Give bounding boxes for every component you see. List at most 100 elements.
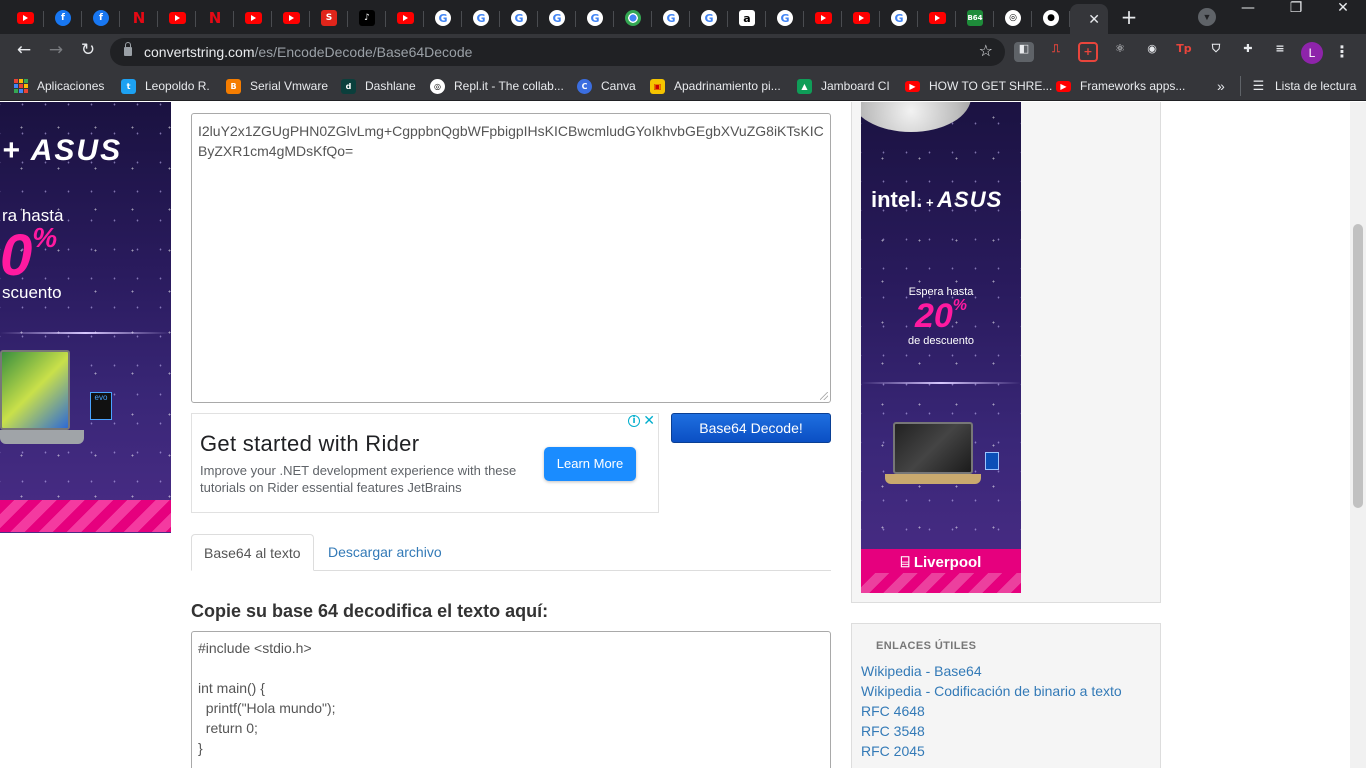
new-tab-button[interactable]: + — [1118, 6, 1140, 28]
output-heading: Copie su base 64 decodifica el texto aqu… — [191, 601, 549, 621]
browser-tab[interactable]: G — [880, 4, 918, 32]
bookmark-item[interactable]: ▶ HOW TO GET SHRE... — [905, 76, 1052, 96]
browser-tab[interactable]: ● — [1032, 4, 1070, 32]
profile-avatar[interactable]: L — [1301, 42, 1323, 64]
resize-handle-icon[interactable] — [820, 392, 828, 400]
browser-tab[interactable]: N — [196, 4, 234, 32]
netflix-icon: N — [132, 9, 146, 27]
active-tab[interactable]: ✕ — [1070, 4, 1108, 34]
reading-list-button[interactable]: ☰ Lista de lectura — [1240, 76, 1356, 96]
extension-icon[interactable]: + — [1078, 42, 1098, 62]
browser-tab[interactable] — [614, 4, 652, 32]
link-rfc-4648[interactable]: RFC 4648 — [861, 703, 925, 719]
app-icon: S — [321, 10, 337, 26]
facebook-icon: f — [93, 10, 109, 26]
browser-tab[interactable]: a — [728, 4, 766, 32]
decoded-output-textarea[interactable]: #include <stdio.h> int main() { printf("… — [191, 631, 831, 768]
ad-close-icon[interactable]: ✕ — [643, 413, 655, 429]
browser-tab[interactable] — [386, 4, 424, 32]
media-control-icon[interactable]: ≡ — [1270, 42, 1290, 62]
lock-icon[interactable] — [124, 42, 132, 56]
right-ad-banner[interactable]: intel. + ASUS Espera hasta 20% de descue… — [861, 102, 1021, 593]
browser-tab[interactable] — [6, 4, 44, 32]
browser-toolbar: ← → ↻ convertstring.com/es/EncodeDecode/… — [0, 34, 1366, 70]
minimize-button[interactable]: — — [1225, 0, 1271, 32]
browser-tab[interactable] — [918, 4, 956, 32]
react-devtools-icon[interactable]: ⚛ — [1110, 42, 1130, 62]
browser-tab[interactable] — [804, 4, 842, 32]
browser-tab[interactable] — [842, 4, 880, 32]
forward-button[interactable]: → — [44, 40, 68, 64]
extension-icon[interactable]: Tp — [1174, 42, 1194, 62]
bookmark-item[interactable]: ▣ Apadrinamiento pi... — [650, 76, 781, 96]
browser-tab[interactable]: G — [652, 4, 690, 32]
rider-ad[interactable]: Get started with Rider Improve your .NET… — [191, 413, 659, 513]
bookmark-item[interactable]: d Dashlane — [341, 76, 416, 96]
scrollbar-thumb[interactable] — [1353, 224, 1363, 508]
extension-icon[interactable]: ◉ — [1142, 42, 1162, 62]
browser-menu-icon[interactable]: ⋮ — [1330, 40, 1354, 64]
close-tab-icon[interactable]: ✕ — [1088, 11, 1100, 28]
base64-input-textarea[interactable]: I2luY2x1ZGUgPHN0ZGlvLmg+CgppbnQgbWFpbigp… — [191, 113, 831, 403]
tab-search-icon[interactable]: ▼ — [1198, 8, 1216, 26]
browser-tab[interactable]: f — [82, 4, 120, 32]
browser-tab[interactable]: G — [766, 4, 804, 32]
browser-tab[interactable]: N — [120, 4, 158, 32]
ad-stripes — [0, 500, 171, 532]
extensions-puzzle-icon[interactable]: ✚ — [1238, 42, 1258, 62]
youtube-icon — [16, 12, 34, 24]
link-wikipedia-base64[interactable]: Wikipedia - Base64 — [861, 663, 982, 679]
bookmark-item[interactable]: ▲ Jamboard CI — [797, 76, 890, 96]
bookmark-item[interactable]: C Canva — [577, 76, 636, 96]
link-rfc-3548[interactable]: RFC 3548 — [861, 723, 925, 739]
bookmark-item[interactable]: ▶ Frameworks apps... — [1056, 76, 1185, 96]
apps-grid-icon — [14, 79, 28, 93]
base64-decode-button[interactable]: Base64 Decode! — [671, 413, 831, 443]
browser-tab[interactable]: B64 — [956, 4, 994, 32]
shield-icon[interactable]: ⛉ — [1206, 42, 1226, 62]
bookmark-item[interactable]: t Leopoldo R. — [121, 76, 210, 96]
browser-tab[interactable]: f — [44, 4, 82, 32]
ad-title[interactable]: Get started with Rider — [200, 431, 419, 457]
browser-tab[interactable]: G — [690, 4, 728, 32]
browser-tab[interactable]: G — [500, 4, 538, 32]
tab-download-file[interactable]: Descargar archivo — [316, 534, 454, 571]
browser-tab[interactable]: G — [462, 4, 500, 32]
asus-logo: + ASUS — [2, 134, 123, 167]
address-bar[interactable]: convertstring.com/es/EncodeDecode/Base64… — [110, 38, 1005, 66]
learn-more-button[interactable]: Learn More — [544, 447, 636, 481]
extension-icon[interactable]: ⎍ — [1046, 42, 1066, 62]
url-text[interactable]: convertstring.com/es/EncodeDecode/Base64… — [144, 44, 472, 60]
restore-button[interactable]: ❐ — [1273, 0, 1319, 32]
link-wikipedia-binary-to-text[interactable]: Wikipedia - Codificación de binario a te… — [861, 683, 1122, 699]
back-button[interactable]: ← — [12, 40, 36, 64]
browser-tab[interactable] — [158, 4, 196, 32]
left-ad-banner[interactable]: + ASUS ra hasta 0% scuento evo — [0, 102, 171, 533]
browser-tab[interactable]: G — [424, 4, 462, 32]
browser-tab[interactable] — [272, 4, 310, 32]
reading-list-icon: ☰ — [1252, 78, 1265, 94]
bookmark-star-icon[interactable]: ☆ — [979, 41, 993, 60]
more-bookmarks-button[interactable]: » — [1217, 76, 1225, 96]
browser-tab[interactable]: G — [538, 4, 576, 32]
browser-tab[interactable]: G — [576, 4, 614, 32]
browser-tab[interactable]: S — [310, 4, 348, 32]
browser-tab[interactable]: ◎ — [994, 4, 1032, 32]
canva-icon: C — [577, 78, 592, 94]
bookmark-apps[interactable]: Aplicaciones — [14, 76, 104, 96]
bookmark-item[interactable]: B Serial Vmware — [226, 76, 328, 96]
ad-info-icon[interactable]: i — [628, 415, 640, 427]
browser-tab[interactable] — [234, 4, 272, 32]
youtube-icon — [852, 12, 870, 24]
tab-base64-to-text[interactable]: Base64 al texto — [191, 534, 314, 571]
youtube-icon — [282, 12, 300, 24]
chrome-icon — [625, 10, 641, 26]
reload-button[interactable]: ↻ — [76, 40, 100, 64]
bookmark-item[interactable]: ◎ Repl.it - The collab... — [430, 76, 564, 96]
link-rfc-2045[interactable]: RFC 2045 — [861, 743, 925, 759]
browser-tab[interactable]: ♪ — [348, 4, 386, 32]
close-window-button[interactable]: ✕ — [1320, 0, 1366, 32]
extension-icon[interactable]: ◧ — [1014, 42, 1034, 62]
replit-icon: ◎ — [430, 78, 445, 94]
page-scrollbar[interactable] — [1350, 102, 1366, 768]
